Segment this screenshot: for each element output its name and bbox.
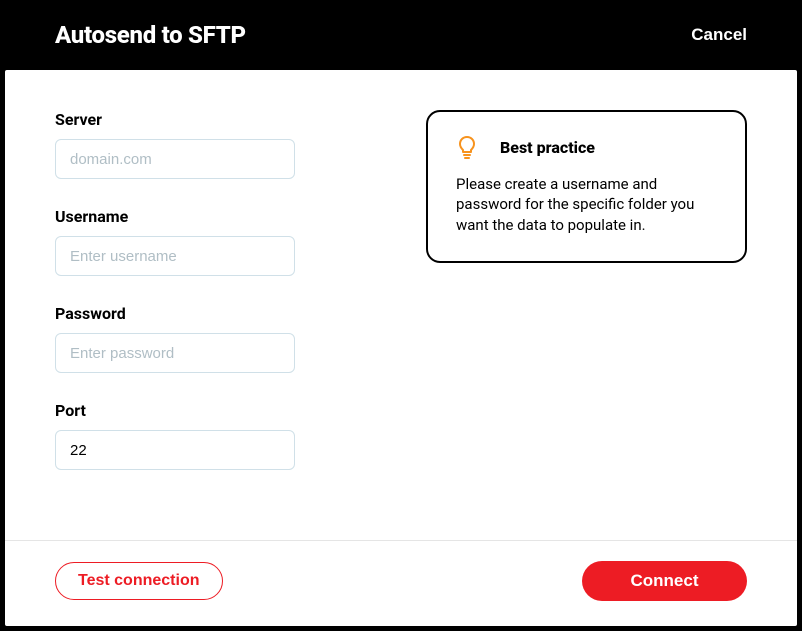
info-header: Best practice [456, 136, 717, 158]
password-input[interactable] [55, 333, 295, 373]
best-practice-card: Best practice Please create a username a… [426, 110, 747, 263]
info-column: Best practice Please create a username a… [426, 110, 747, 520]
cancel-button[interactable]: Cancel [691, 25, 747, 45]
username-label: Username [55, 207, 376, 226]
connect-button[interactable]: Connect [582, 561, 747, 601]
main-content: Server Username Password Port [5, 70, 797, 540]
server-group: Server [55, 110, 376, 179]
dialog-header: Autosend to SFTP Cancel [0, 0, 802, 70]
username-input[interactable] [55, 236, 295, 276]
username-group: Username [55, 207, 376, 276]
password-group: Password [55, 304, 376, 373]
port-group: Port [55, 401, 376, 470]
dialog-footer: Test connection Connect [5, 540, 797, 626]
dialog-body: Server Username Password Port [5, 70, 797, 626]
password-label: Password [55, 304, 376, 323]
server-label: Server [55, 110, 376, 129]
info-title: Best practice [500, 138, 595, 157]
server-input[interactable] [55, 139, 295, 179]
info-body: Please create a username and password fo… [456, 174, 716, 235]
dialog-title: Autosend to SFTP [55, 21, 246, 49]
port-label: Port [55, 401, 376, 420]
form-column: Server Username Password Port [55, 110, 376, 520]
test-connection-button[interactable]: Test connection [55, 562, 223, 600]
lightbulb-icon [456, 136, 478, 158]
port-input[interactable] [55, 430, 295, 470]
